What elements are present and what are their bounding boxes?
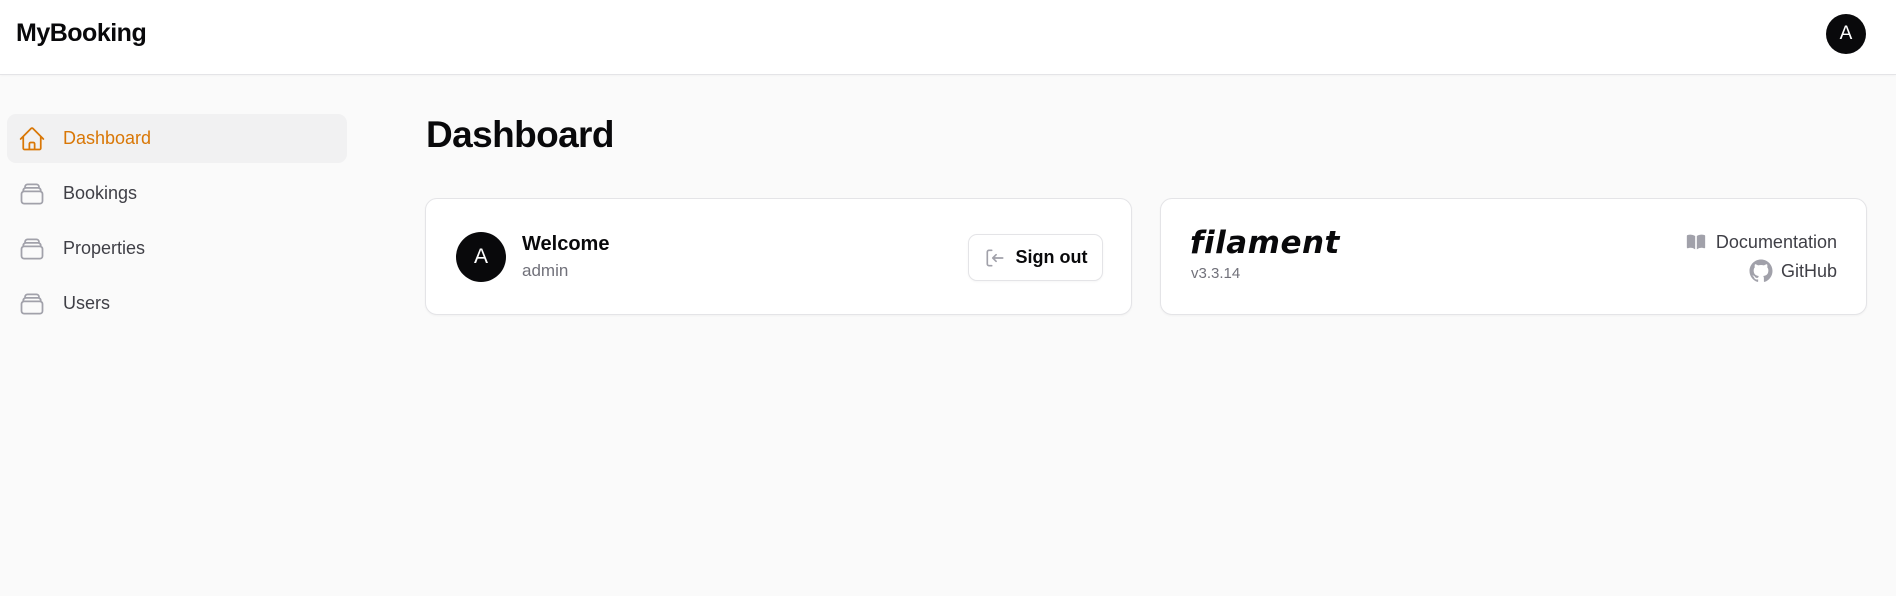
- sidebar-item-bookings[interactable]: Bookings: [7, 169, 347, 218]
- stack-icon: [18, 235, 46, 263]
- filament-info-card: filament v3.3.14 Documentation GitHub: [1160, 198, 1867, 315]
- user-menu-avatar[interactable]: A: [1826, 14, 1866, 54]
- sidebar-item-dashboard[interactable]: Dashboard: [7, 114, 347, 163]
- home-icon: [18, 125, 46, 153]
- sidebar: Dashboard Bookings Properties Users: [0, 76, 360, 596]
- brand-logo[interactable]: MyBooking: [16, 19, 147, 48]
- stack-icon: [18, 290, 46, 318]
- sidebar-item-label: Bookings: [63, 183, 138, 203]
- welcome-card: A Welcome admin Sign out: [425, 198, 1132, 315]
- sign-out-icon: [984, 247, 1006, 269]
- avatar: A: [456, 232, 506, 282]
- github-label: GitHub: [1780, 260, 1837, 281]
- stack-icon: [18, 180, 46, 208]
- sidebar-item-label: Dashboard: [63, 128, 152, 148]
- page-title: Dashboard: [426, 114, 614, 155]
- github-icon: [1749, 259, 1773, 283]
- sidebar-item-properties[interactable]: Properties: [7, 224, 347, 273]
- sign-out-button[interactable]: Sign out: [968, 234, 1103, 281]
- documentation-link[interactable]: Documentation: [1684, 230, 1837, 254]
- sidebar-item-users[interactable]: Users: [7, 279, 347, 328]
- version-label: v3.3.14: [1191, 265, 1241, 282]
- filament-logo[interactable]: filament: [1190, 225, 1340, 261]
- welcome-username: admin: [522, 261, 569, 280]
- documentation-label: Documentation: [1715, 231, 1837, 252]
- sidebar-item-label: Properties: [63, 238, 146, 258]
- sidebar-item-label: Users: [63, 293, 111, 313]
- welcome-title: Welcome: [522, 233, 610, 255]
- github-link[interactable]: GitHub: [1749, 259, 1837, 283]
- top-bar: MyBooking A: [0, 0, 1896, 75]
- book-icon: [1684, 230, 1708, 254]
- sign-out-label: Sign out: [1015, 247, 1088, 267]
